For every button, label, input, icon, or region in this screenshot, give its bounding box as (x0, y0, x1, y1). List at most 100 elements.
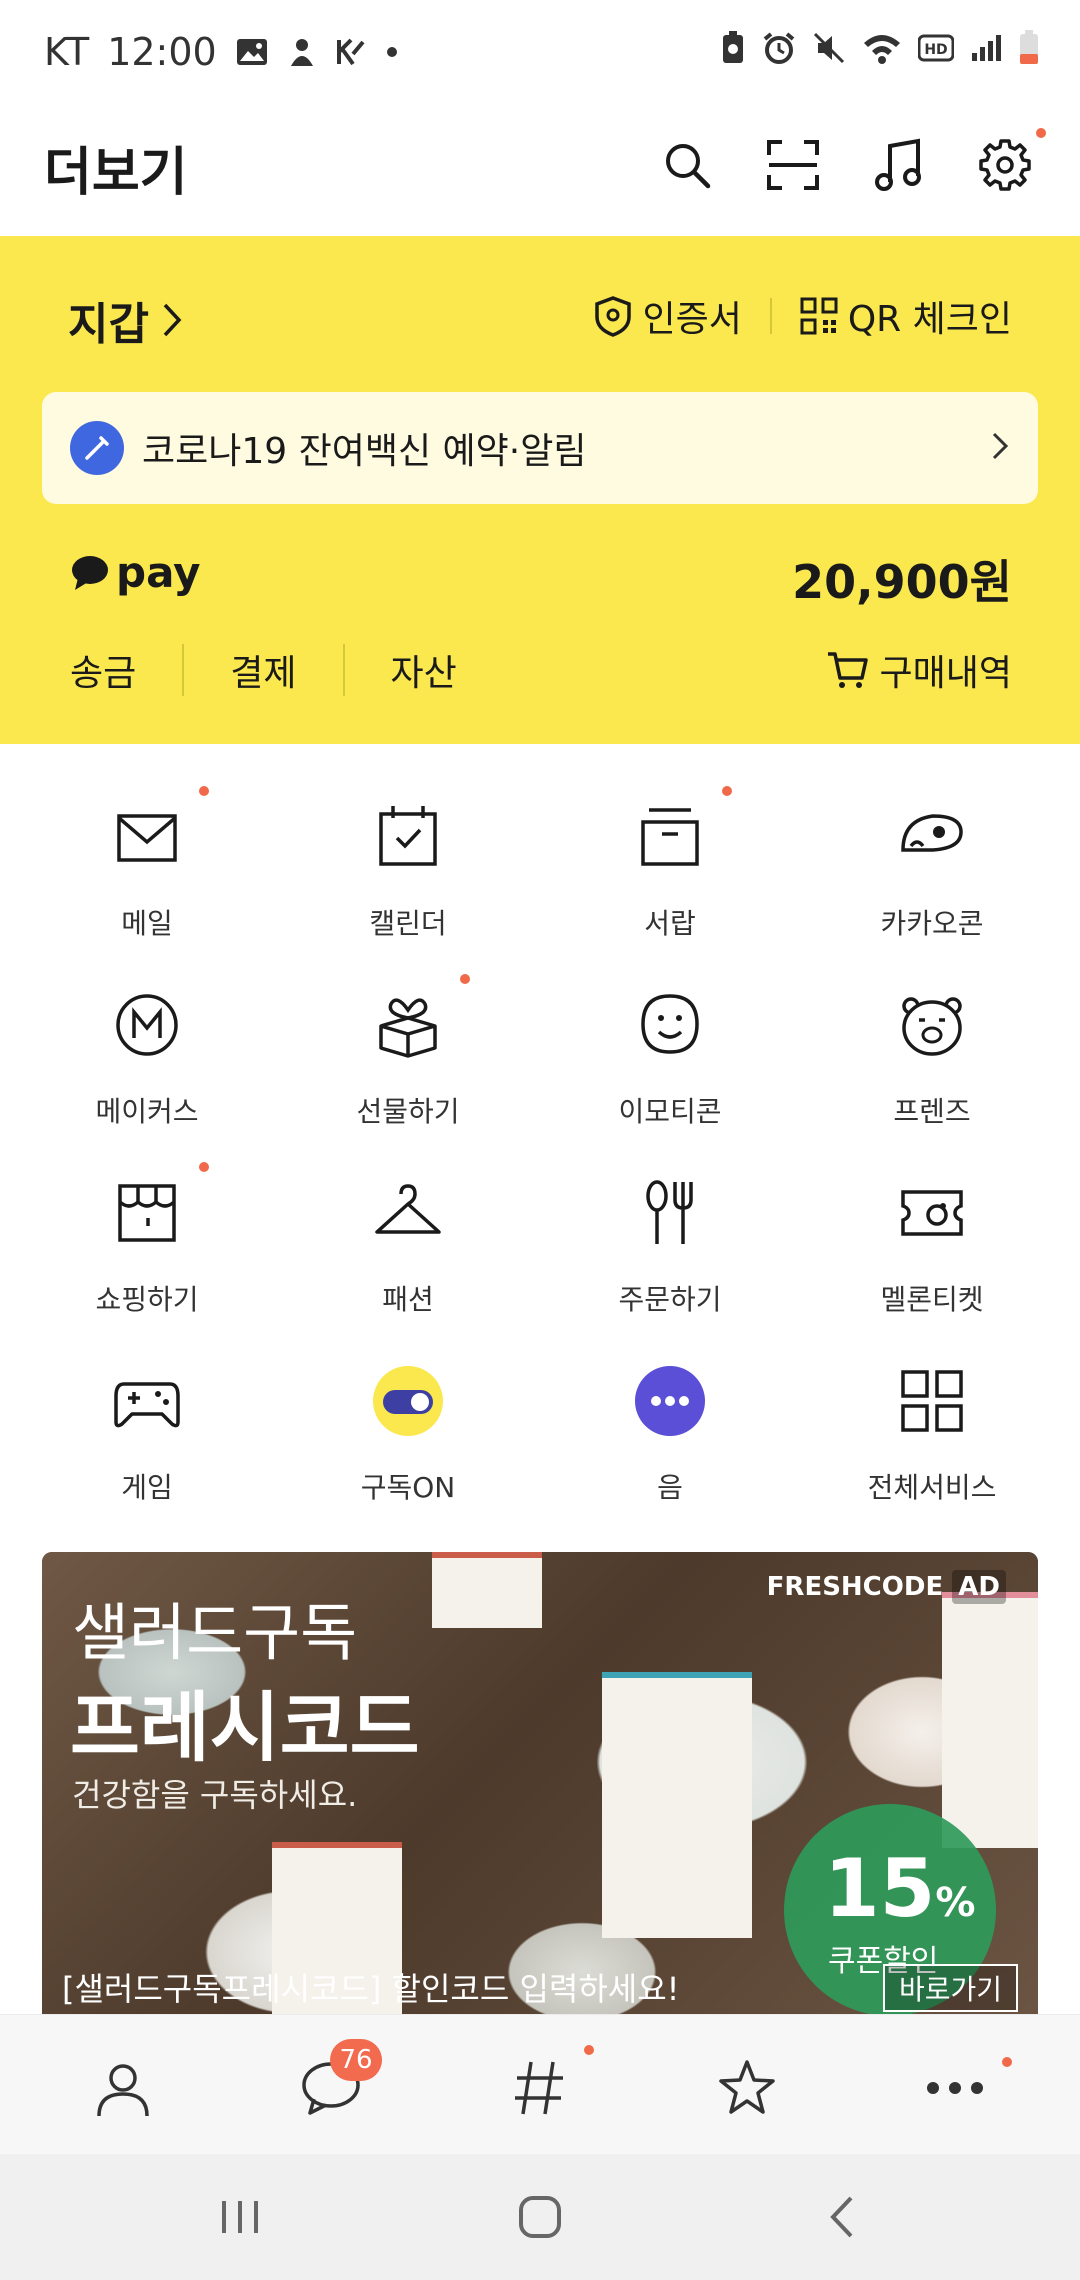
service-calendar[interactable]: 캘린더 (308, 802, 508, 972)
banner-headline-2: 프레시코드 (70, 1683, 420, 1772)
ad-banner[interactable]: 샐러드구독 프레시코드 건강함을 구독하세요. FRESHCODE AD 15%… (42, 1552, 1038, 2014)
qr-checkin-label: QR 체크인 (847, 299, 1012, 340)
drawer-icon (641, 808, 699, 866)
nav-more[interactable] (920, 2053, 990, 2123)
chat-unread-badge: 76 (330, 2039, 382, 2081)
banner-caption: [샐러드구독프레시코드] 할인코드 입력하세요! (62, 1970, 680, 2008)
wallet-title-link[interactable]: 지갑 (68, 288, 183, 352)
send-money-button[interactable]: 송금 (70, 644, 182, 696)
service-friends[interactable]: 프렌즈 (832, 990, 1032, 1160)
service-all[interactable]: 전체서비스 (832, 1366, 1032, 1536)
service-mail[interactable]: 메일 (47, 786, 247, 972)
service-label: 이모티콘 (618, 1095, 722, 1128)
banner-decoration (942, 1592, 1038, 1848)
service-emoticon[interactable]: 이모티콘 (570, 990, 770, 1160)
nav-shopping[interactable] (712, 2053, 782, 2123)
divider (769, 298, 772, 334)
melon-ticket-icon (901, 1190, 963, 1236)
subscribe-on-icon (373, 1366, 443, 1436)
hd-voice-icon: HD (918, 34, 954, 62)
wallet-section: 지갑 인증서 QR 체크인 코로나19 잔여백신 예약·알림 pay 20,90… (0, 236, 1080, 744)
nav-friends[interactable] (88, 2053, 158, 2123)
settings-button[interactable] (970, 128, 1046, 200)
certificate-button[interactable]: 인증서 (594, 290, 742, 342)
battery-saver-icon (723, 31, 743, 63)
service-game[interactable]: 게임 (47, 1366, 247, 1536)
scan-button[interactable] (758, 130, 828, 200)
makers-icon (116, 994, 178, 1056)
music-button[interactable] (864, 130, 934, 200)
gallery-icon (236, 39, 267, 65)
vaccine-notice-banner[interactable]: 코로나19 잔여백신 예약·알림 (42, 392, 1038, 504)
speech-bubble-icon (72, 555, 108, 590)
assets-button[interactable]: 자산 (342, 644, 503, 696)
service-label: 메일 (121, 907, 173, 940)
hashtag-icon (515, 2061, 563, 2115)
service-subscribe-on[interactable]: 구독ON (308, 1366, 508, 1536)
search-button[interactable] (652, 130, 722, 200)
service-fashion[interactable]: 패션 (308, 1178, 508, 1348)
fork-knife-icon (646, 1180, 693, 1244)
banner-decoration (432, 1552, 542, 1628)
service-label: 음 (657, 1471, 683, 1504)
recent-apps-icon (222, 2201, 258, 2233)
ad-label: AD (952, 1570, 1006, 1604)
more-notifications-dot-icon (386, 47, 397, 57)
svg-text:HD: HD (924, 42, 947, 58)
calendar-icon (379, 806, 437, 866)
bottom-nav: 76 (0, 2014, 1080, 2155)
banner-brand: FRESHCODE AD (767, 1570, 1006, 1604)
service-label: 패션 (382, 1283, 434, 1316)
gift-icon (379, 998, 437, 1058)
system-nav-bar (0, 2154, 1080, 2280)
banner-decoration (602, 1672, 752, 1938)
scan-icon (767, 140, 819, 190)
qr-checkin-button[interactable]: QR 체크인 (800, 290, 1012, 342)
banner-cta-button[interactable]: 바로가기 (882, 1964, 1018, 2012)
kakaocon-icon (901, 814, 963, 852)
shield-icon (595, 296, 632, 337)
pay-balance[interactable]: 20,900원 (792, 546, 1012, 612)
nav-view[interactable] (504, 2053, 574, 2123)
service-drawer[interactable]: 서랍 (570, 786, 770, 972)
hanger-icon (375, 1184, 441, 1234)
discount-value: 15 (824, 1842, 936, 1935)
back-chevron-icon (830, 2196, 853, 2238)
service-eum[interactable]: 음 (570, 1366, 770, 1536)
service-gift[interactable]: 선물하기 (308, 974, 508, 1160)
k-app-icon (336, 38, 365, 66)
percent-sign: % (935, 1880, 976, 1926)
settings-new-dot (1036, 128, 1046, 138)
app-notification-icon (290, 39, 313, 66)
grid-icon (901, 1370, 963, 1432)
back-button[interactable] (812, 2192, 872, 2242)
home-button[interactable] (510, 2192, 570, 2242)
new-dot (460, 974, 470, 984)
cart-icon (827, 652, 868, 688)
battery-icon (1020, 30, 1038, 64)
qr-code-icon (800, 297, 838, 335)
service-makers[interactable]: 메이커스 (47, 990, 247, 1160)
service-label: 멜론티켓 (880, 1283, 984, 1316)
page-title: 더보기 (44, 143, 188, 203)
payment-button[interactable]: 결제 (182, 644, 342, 696)
new-dot (722, 786, 732, 796)
star-icon (719, 2060, 775, 2114)
service-label: 캘린더 (369, 907, 447, 940)
friends-icon (902, 997, 962, 1056)
home-icon (519, 2196, 561, 2238)
chevron-right-icon (992, 432, 1009, 460)
purchase-history-button[interactable]: 구매내역 (826, 644, 1012, 696)
service-shopping[interactable]: 쇼핑하기 (47, 1162, 247, 1348)
recent-apps-button[interactable] (210, 2192, 270, 2242)
carrier-label: KT (44, 30, 90, 74)
mute-icon (813, 32, 845, 64)
alarm-icon (763, 32, 795, 64)
service-melon-ticket[interactable]: 멜론티켓 (832, 1178, 1032, 1348)
service-order[interactable]: 주문하기 (570, 1178, 770, 1348)
service-kakaocon[interactable]: 카카오콘 (832, 802, 1032, 972)
search-icon (666, 144, 711, 189)
service-label: 전체서비스 (867, 1471, 997, 1504)
service-label: 카카오콘 (880, 907, 984, 940)
kakaopay-logo[interactable]: pay (70, 548, 201, 597)
